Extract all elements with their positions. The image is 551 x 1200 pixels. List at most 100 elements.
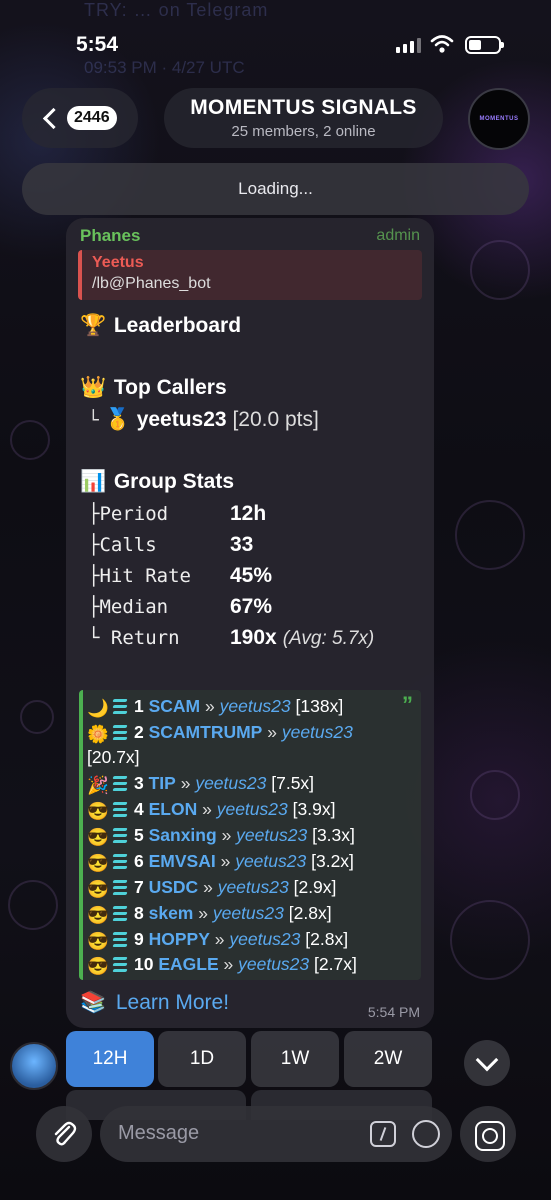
call-ticker[interactable]: ELON bbox=[149, 799, 198, 819]
call-ticker[interactable]: EAGLE bbox=[158, 954, 218, 974]
call-separator: » bbox=[223, 954, 234, 974]
call-caller[interactable]: yeetus23 bbox=[229, 929, 300, 949]
stat-label: └ Return bbox=[88, 627, 180, 649]
solana-icon bbox=[111, 827, 131, 843]
stat-label: ├Median bbox=[88, 596, 169, 618]
sunglasses-icon: 😎 bbox=[87, 853, 109, 873]
call-row: 😎 7 USDC » yeetus23 [2.9x] bbox=[87, 877, 337, 899]
call-ticker[interactable]: SCAMTRUMP bbox=[149, 722, 263, 742]
quote-icon: ” bbox=[402, 692, 413, 717]
call-multiplier: [7.5x] bbox=[271, 773, 315, 793]
call-rank: 1 bbox=[134, 696, 144, 716]
reply-author: Yeetus bbox=[92, 254, 144, 271]
call-caller[interactable]: yeetus23 bbox=[217, 799, 288, 819]
solana-icon bbox=[111, 775, 131, 791]
call-caller[interactable]: yeetus23 bbox=[220, 696, 291, 716]
back-button[interactable]: 2446 bbox=[22, 88, 138, 148]
call-multiplier: [20.7x] bbox=[87, 747, 140, 767]
sender-name[interactable]: Phanes bbox=[80, 226, 140, 246]
reply-preview[interactable]: Yeetus /lb@Phanes_bot bbox=[78, 250, 422, 300]
period-button-2w[interactable]: 2W bbox=[344, 1031, 432, 1087]
period-button-12h[interactable]: 12H bbox=[66, 1031, 154, 1087]
call-rank: 8 bbox=[134, 903, 144, 923]
call-row: 😎 10 EAGLE » yeetus23 [2.7x] bbox=[87, 954, 357, 976]
group-stats-title: Group Stats bbox=[113, 470, 235, 493]
call-ticker[interactable]: skem bbox=[149, 903, 194, 923]
solana-icon bbox=[111, 801, 131, 817]
solana-icon bbox=[111, 956, 131, 972]
call-separator: » bbox=[267, 722, 277, 742]
call-rank: 9 bbox=[134, 929, 144, 949]
stat-row: ├Hit Rate 45% bbox=[88, 564, 272, 588]
call-caller[interactable]: yeetus23 bbox=[195, 773, 266, 793]
ghost-notification-text: TRY: … on Telegram bbox=[84, 0, 269, 20]
solana-icon bbox=[111, 698, 131, 714]
call-caller[interactable]: yeetus23 bbox=[218, 877, 289, 897]
attach-button[interactable] bbox=[36, 1106, 92, 1162]
call-caller[interactable]: yeetus23 bbox=[282, 722, 353, 742]
call-row: 🌼 2 SCAMTRUMP » yeetus23 bbox=[87, 722, 353, 744]
call-caller[interactable]: yeetus23 bbox=[238, 954, 309, 974]
wallpaper-doodle bbox=[10, 420, 50, 460]
call-rank: 4 bbox=[134, 799, 144, 819]
scroll-down-button[interactable] bbox=[464, 1040, 510, 1086]
avatar-logo-text: MOMENTUS bbox=[479, 116, 519, 122]
solana-icon bbox=[111, 931, 131, 947]
sunglasses-icon: 😎 bbox=[87, 801, 109, 821]
call-ticker[interactable]: TIP bbox=[149, 773, 176, 793]
call-row: 😎 9 HOPPY » yeetus23 [2.8x] bbox=[87, 929, 349, 951]
top-caller-row: └ 🥇 yeetus23 [20.0 pts] bbox=[88, 408, 319, 432]
battery-icon bbox=[465, 36, 504, 54]
bot-avatar[interactable] bbox=[10, 1042, 58, 1090]
chat-avatar[interactable]: MOMENTUS bbox=[468, 88, 530, 150]
call-row: 🎉 3 TIP » yeetus23 [7.5x] bbox=[87, 773, 315, 795]
call-separator: » bbox=[214, 929, 225, 949]
solana-icon bbox=[111, 724, 131, 740]
crown-icon: 👑 bbox=[80, 376, 107, 399]
message-bubble[interactable]: Phanes admin Yeetus /lb@Phanes_bot 🏆 Lea… bbox=[66, 218, 434, 1028]
call-rank: 7 bbox=[134, 877, 144, 897]
paperclip-icon bbox=[54, 1121, 77, 1146]
call-multiplier: [138x] bbox=[295, 696, 344, 716]
moon-icon: 🌙 bbox=[87, 698, 109, 718]
call-ticker[interactable]: SCAM bbox=[149, 696, 201, 716]
stat-row: ├Period 12h bbox=[88, 502, 266, 526]
solana-icon bbox=[111, 905, 131, 921]
learn-more-label: Learn More! bbox=[115, 991, 230, 1014]
bot-commands-icon[interactable] bbox=[370, 1121, 396, 1147]
call-separator: » bbox=[203, 877, 213, 897]
call-multiplier: [2.9x] bbox=[293, 877, 337, 897]
call-ticker[interactable]: Sanxing bbox=[149, 825, 217, 845]
calls-quote-block: ” 🌙 1 SCAM » yeetus23 [138x] 🌼 2 SCAMTRUMP… bbox=[79, 690, 421, 980]
call-row: 🌙 1 SCAM » yeetus23 [138x] bbox=[87, 696, 344, 718]
learn-more-link[interactable]: 📚 Learn More! bbox=[80, 991, 229, 1015]
camera-button[interactable] bbox=[460, 1106, 516, 1162]
call-ticker[interactable]: HOPPY bbox=[149, 929, 210, 949]
call-caller[interactable]: yeetus23 bbox=[235, 851, 306, 871]
loading-banner: Loading... bbox=[22, 163, 529, 215]
call-rank: 6 bbox=[134, 851, 144, 871]
chevron-left-icon bbox=[42, 107, 65, 129]
call-caller[interactable]: yeetus23 bbox=[236, 825, 307, 845]
chat-title: MOMENTUS SIGNALS bbox=[190, 96, 417, 119]
sticker-icon[interactable] bbox=[412, 1120, 440, 1148]
message-input[interactable]: Message bbox=[100, 1106, 452, 1162]
chat-header[interactable]: MOMENTUS SIGNALS 25 members, 2 online bbox=[164, 88, 443, 148]
call-separator: » bbox=[220, 851, 231, 871]
cellular-signal-icon bbox=[396, 38, 421, 53]
wallpaper-doodle bbox=[20, 700, 54, 734]
chat-subtitle: 25 members, 2 online bbox=[231, 123, 376, 140]
reply-text: /lb@Phanes_bot bbox=[92, 275, 211, 292]
call-multiplier: [2.8x] bbox=[305, 929, 349, 949]
stat-row: ├Median 67% bbox=[88, 595, 272, 619]
call-caller[interactable]: yeetus23 bbox=[213, 903, 284, 923]
period-button-1w[interactable]: 1W bbox=[251, 1031, 339, 1087]
call-multiplier: [3.2x] bbox=[311, 851, 354, 871]
message-timestamp: 5:54 PM bbox=[367, 1004, 420, 1020]
stat-value: 45% bbox=[230, 564, 273, 587]
period-button-1d[interactable]: 1D bbox=[158, 1031, 246, 1087]
call-ticker[interactable]: USDC bbox=[149, 877, 199, 897]
bar-chart-icon: 📊 bbox=[80, 470, 107, 493]
call-ticker[interactable]: EMVSAI bbox=[149, 851, 216, 871]
top-callers-title: Top Callers bbox=[113, 376, 227, 399]
